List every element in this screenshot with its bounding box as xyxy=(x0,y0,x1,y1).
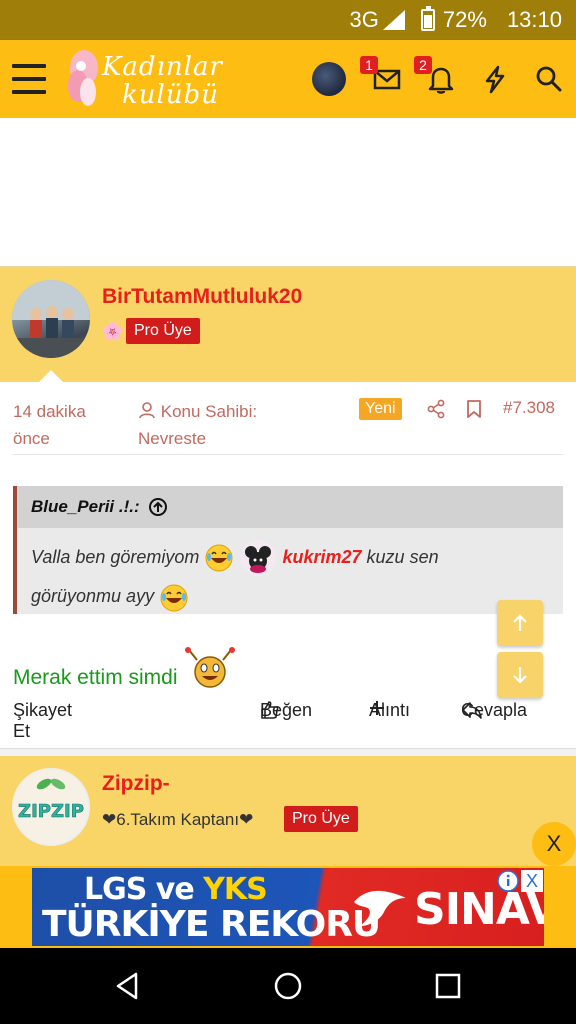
network-type: 3G xyxy=(349,7,379,32)
signal-icon xyxy=(382,10,405,30)
banner-line-1a: LGS ve xyxy=(84,872,204,907)
post-author-title: ❤6.Takım Kaptanı❤ xyxy=(102,810,254,829)
notifications-button[interactable]: 2 xyxy=(414,56,458,96)
reply-button[interactable]: Cevapla xyxy=(461,700,527,720)
banner-close-button[interactable]: X xyxy=(521,870,543,892)
home-icon[interactable] xyxy=(270,968,306,1004)
battery-icon xyxy=(420,6,435,31)
info-icon[interactable] xyxy=(497,870,519,892)
logo-text-1: Kadınlar xyxy=(102,52,223,82)
laughing-emoji-icon xyxy=(205,544,233,572)
quote-mention[interactable]: kukrim27 xyxy=(282,547,361,567)
banner-ad[interactable]: LGS ve YKS TÜRKİYE REKORU SINAV X xyxy=(32,868,544,946)
site-logo[interactable]: Kadınlar kulübü xyxy=(64,46,234,112)
excited-emoji-icon xyxy=(185,647,236,688)
quote-text-2: kuzu sen xyxy=(366,547,439,567)
banner-line-2: TÜRKİYE REKORU xyxy=(42,904,381,945)
search-button[interactable] xyxy=(532,62,566,96)
quote-button[interactable]: Alıntı xyxy=(369,700,410,720)
post-content-text: Merak ettim simdi xyxy=(13,666,178,689)
messages-badge: 1 xyxy=(360,56,378,74)
post-separator xyxy=(0,748,576,756)
arrow-up-circle-icon[interactable] xyxy=(148,497,168,517)
banner-line-1: LGS ve YKS xyxy=(84,872,268,907)
avatar-text: ZIPZIP xyxy=(18,801,84,822)
quote-author: Blue_Perii .!.: xyxy=(31,497,140,516)
avatar-photo-icon xyxy=(12,280,90,358)
scroll-bottom-button[interactable] xyxy=(497,652,543,698)
messages-button[interactable]: 1 xyxy=(360,56,404,96)
quote-text-3: görüyonmu ayy xyxy=(31,586,155,607)
meta-divider xyxy=(13,454,563,455)
recent-apps-icon[interactable] xyxy=(430,968,466,1004)
status-bar: 3G 72% 13:10 xyxy=(0,0,576,40)
post-content: Merak ettim simdi xyxy=(13,646,237,690)
logo-text-2: kulübü xyxy=(122,80,219,110)
post-author-name[interactable]: BirTutamMutluluk20 xyxy=(102,285,302,309)
share-icon[interactable] xyxy=(425,398,447,420)
bookmark-icon[interactable] xyxy=(463,398,485,420)
report-label: Şikayet Et xyxy=(13,700,73,741)
pro-member-badge: Pro Üye xyxy=(284,806,358,832)
like-button[interactable]: Beğen xyxy=(260,700,312,720)
thread-owner-label: Konu Sahibi: xyxy=(160,402,258,421)
battery-percent: 72% xyxy=(442,7,487,32)
quote-label: Alıntı xyxy=(369,700,411,720)
app-header: Kadınlar kulübü 1 2 xyxy=(0,40,576,118)
search-icon xyxy=(536,66,562,92)
mention-avatar-icon xyxy=(240,540,277,577)
menu-icon[interactable] xyxy=(12,64,46,94)
system-nav-bar xyxy=(0,948,576,1024)
user-avatar[interactable] xyxy=(312,62,346,96)
user-icon xyxy=(139,402,155,419)
eagle-logo-icon xyxy=(354,890,406,926)
back-icon[interactable] xyxy=(110,968,146,1004)
post-actions: Şikayet Et Beğen Alıntı Cevapla xyxy=(13,700,563,741)
reply-label: Cevapla xyxy=(461,700,528,720)
ad-placeholder xyxy=(0,118,576,266)
quote-text-1: Valla ben göremiyom xyxy=(31,547,200,567)
banner-line-1b: YKS xyxy=(203,872,268,907)
zipzip-logo-icon: ZIPZIP xyxy=(18,778,84,822)
quote-content: Valla ben göremiyom kukrim27 kuzu sen gö… xyxy=(31,538,551,615)
post-author-name[interactable]: Zipzip- xyxy=(102,772,170,796)
thread-owner-name[interactable]: Nevreste xyxy=(138,429,206,448)
notifications-badge: 2 xyxy=(414,56,432,74)
thread-owner: Konu Sahibi: Nevreste xyxy=(138,398,318,452)
close-ad-button[interactable]: X xyxy=(532,822,576,866)
like-label: Beğen xyxy=(260,700,313,720)
post-author-avatar[interactable]: ZIPZIP xyxy=(12,768,90,846)
pro-member-badge: Pro Üye xyxy=(126,318,200,344)
activity-button[interactable] xyxy=(478,62,512,96)
quote-block: Blue_Perii .!.: Valla ben göremiyom kukr… xyxy=(13,486,563,614)
scroll-top-button[interactable] xyxy=(497,600,543,646)
lightning-icon xyxy=(485,65,505,94)
logo-flower-icon xyxy=(68,50,98,106)
post-author-avatar[interactable] xyxy=(12,280,90,358)
arrow-down-icon xyxy=(513,667,527,684)
post-number[interactable]: #7.308 xyxy=(503,398,555,418)
post-time[interactable]: 14 dakika önce xyxy=(13,398,123,452)
quote-header[interactable]: Blue_Perii .!.: xyxy=(17,486,563,528)
clock: 13:10 xyxy=(506,7,562,32)
arrow-up-icon xyxy=(513,614,527,631)
laughing-emoji-icon xyxy=(160,584,188,611)
new-badge: Yeni xyxy=(359,398,402,420)
